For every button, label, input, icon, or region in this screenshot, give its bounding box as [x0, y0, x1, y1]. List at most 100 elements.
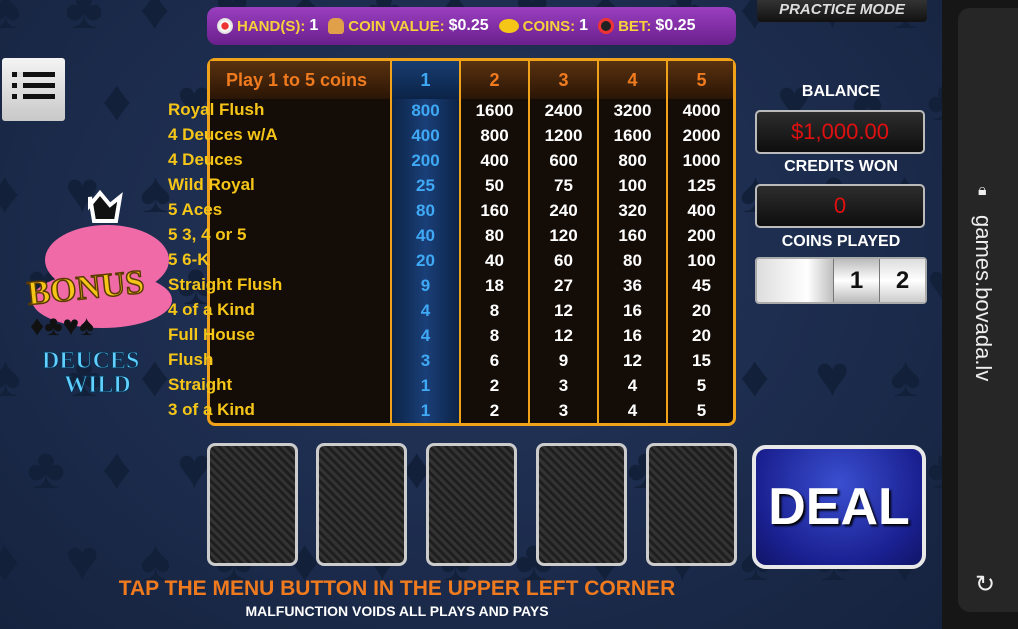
payout-cell: 4000 — [682, 101, 721, 120]
coins-label: COINS: — [522, 17, 576, 35]
hands-chip-icon — [217, 18, 233, 34]
hands-value: 1 — [309, 17, 319, 34]
payout-cell: 4 — [627, 376, 638, 395]
card-slot-3[interactable] — [426, 443, 517, 566]
payout-cell: 8 — [489, 326, 500, 345]
payout-cell: 5 — [696, 401, 707, 420]
payout-cell: 600 — [549, 151, 578, 170]
card-slot-5[interactable] — [646, 443, 737, 566]
background-suit-icon: ♥ — [927, 256, 942, 314]
payout-cell: 3 — [558, 376, 569, 395]
payout-cell: 40 — [416, 226, 435, 245]
payout-cell: 320 — [618, 201, 647, 220]
payout-cell: 80 — [416, 201, 435, 220]
payout-cell: 2 — [489, 401, 500, 420]
coins-icon — [498, 19, 519, 33]
hand-name: Full House — [168, 325, 255, 344]
hand-name: Straight Flush — [168, 275, 283, 294]
hand-name: Wild Royal — [168, 175, 255, 194]
hand-name: 4 Deuces — [168, 150, 243, 169]
paytable: Play 1 to 5 coins 1 800 400 200 25 80 40 20 9 4 4 3… — [207, 58, 736, 426]
svg-text:DEUCES: DEUCES — [42, 348, 139, 374]
bet-label: BET: — [618, 17, 652, 35]
payout-cell: 800 — [618, 151, 647, 170]
hand-name: 3 of a Kind — [168, 400, 255, 419]
reload-icon[interactable]: ↻ — [975, 570, 995, 599]
deal-button[interactable]: DEAL — [752, 445, 926, 569]
payout-cell: 9 — [420, 276, 431, 295]
bet-info-bar: HAND(S): 1 COIN VALUE: $0.25 COINS: 1 BET: $… — [207, 7, 736, 45]
background-suit-icon: ♦ — [102, 68, 132, 133]
background-suit-icon: ♠ — [890, 344, 921, 409]
payout-cell: 12 — [554, 301, 573, 320]
background-suit-icon: ♠ — [0, 0, 21, 41]
bet-value: $0.25 — [655, 17, 696, 34]
payout-cell: 200 — [411, 151, 440, 170]
menu-tip: TAP THE MENU BUTTON IN THE UPPER LEFT CO… — [118, 577, 676, 600]
payout-cell: 18 — [485, 276, 504, 295]
payout-cell: 16 — [623, 326, 642, 345]
payout-cell: 36 — [623, 276, 642, 295]
payout-cell: 20 — [692, 326, 711, 345]
column-header: 1 — [392, 61, 459, 99]
coins-played-counter[interactable]: 1 2 — [755, 257, 927, 304]
card-slot-1[interactable] — [207, 443, 298, 566]
credits-won-label: CREDITS WON — [784, 158, 898, 175]
payout-cell: 3 — [420, 351, 431, 370]
balance-label: BALANCE — [801, 83, 881, 100]
card-slot-4[interactable] — [536, 443, 627, 566]
payout-cell: 3200 — [613, 101, 652, 120]
coins-value: 1 — [579, 17, 589, 34]
payout-cell: 1600 — [475, 101, 514, 120]
payout-cell: 8 — [489, 301, 500, 320]
background-suit-icon: ♠ — [0, 344, 21, 409]
payout-cell: 4 — [627, 401, 638, 420]
url-text[interactable]: games.bovada.lv — [970, 215, 996, 381]
paytable-column-2[interactable]: 2 1600 800 400 50 160 80 40 18 8 8 6 2 2 — [459, 61, 528, 423]
payout-cell: 1600 — [613, 126, 652, 145]
column-header: 5 — [696, 70, 707, 90]
credits-won-value: 0 — [755, 184, 925, 228]
hand-name: 4 Deuces w/A — [168, 125, 278, 144]
paytable-column-5[interactable]: 5 4000 2000 1000 125 400 200 100 45 20 20 15 5 5 — [666, 61, 735, 423]
background-suit-icon: ♣ — [927, 440, 942, 498]
payout-cell: 120 — [549, 226, 578, 245]
paytable-column-3[interactable]: 3 2400 1200 600 75 240 120 60 27 12 12 9 3 3 — [528, 61, 597, 423]
payout-cell: 2400 — [544, 101, 583, 120]
payout-cell: 27 — [554, 276, 573, 295]
payout-cell: 6 — [489, 351, 500, 370]
paytable-column-4[interactable]: 4 3200 1600 800 100 320 160 80 36 16 16 12 4 4 — [597, 61, 666, 423]
payout-cell: 25 — [416, 176, 435, 195]
menu-button[interactable] — [2, 58, 65, 121]
payout-cell: 80 — [485, 226, 504, 245]
background-suit-icon: ♥ — [815, 344, 850, 409]
payout-cell: 125 — [687, 176, 716, 195]
payout-cell: 50 — [485, 176, 504, 195]
payout-cell: 1 — [420, 401, 431, 420]
payout-cell: 15 — [692, 351, 711, 370]
payout-cell: 5 — [696, 376, 707, 395]
coins-played-digit: 2 — [879, 259, 925, 302]
game-area: ♦♣♠♥♦♣♠♥♦♣♠♥♦♣♠♥♦♣♠♥♦♣♠♥♦♣♠♥♦♣♠♥♦♣♠♥♦♣♠♥… — [0, 0, 942, 629]
payout-cell: 20 — [692, 301, 711, 320]
practice-mode-badge: PRACTICE MODE — [757, 0, 927, 22]
payout-cell: 3 — [558, 401, 569, 420]
balance-value: $1,000.00 — [755, 110, 925, 154]
menu-icon-line — [12, 83, 55, 88]
coins-played-digit: 1 — [833, 259, 879, 302]
menu-icon — [12, 72, 55, 77]
payout-cell: 12 — [554, 326, 573, 345]
payout-cell: 9 — [558, 351, 569, 370]
paytable-column-1[interactable]: 1 800 400 200 25 80 40 20 9 4 4 3 1 1 — [390, 61, 459, 423]
payout-cell: 240 — [549, 201, 578, 220]
coin-value-label: COIN VALUE: — [348, 17, 445, 35]
payout-cell: 400 — [480, 151, 509, 170]
background-suit-icon: ♣ — [65, 0, 104, 41]
hands-label: HAND(S): — [237, 17, 306, 35]
payout-cell: 1000 — [682, 151, 721, 170]
card-slot-2[interactable] — [316, 443, 407, 566]
column-header: 3 — [558, 70, 569, 90]
payout-cell: 75 — [554, 176, 573, 195]
hand-name: 5 3, 4 or 5 — [168, 225, 247, 244]
background-suit-icon: ♣ — [927, 72, 942, 130]
